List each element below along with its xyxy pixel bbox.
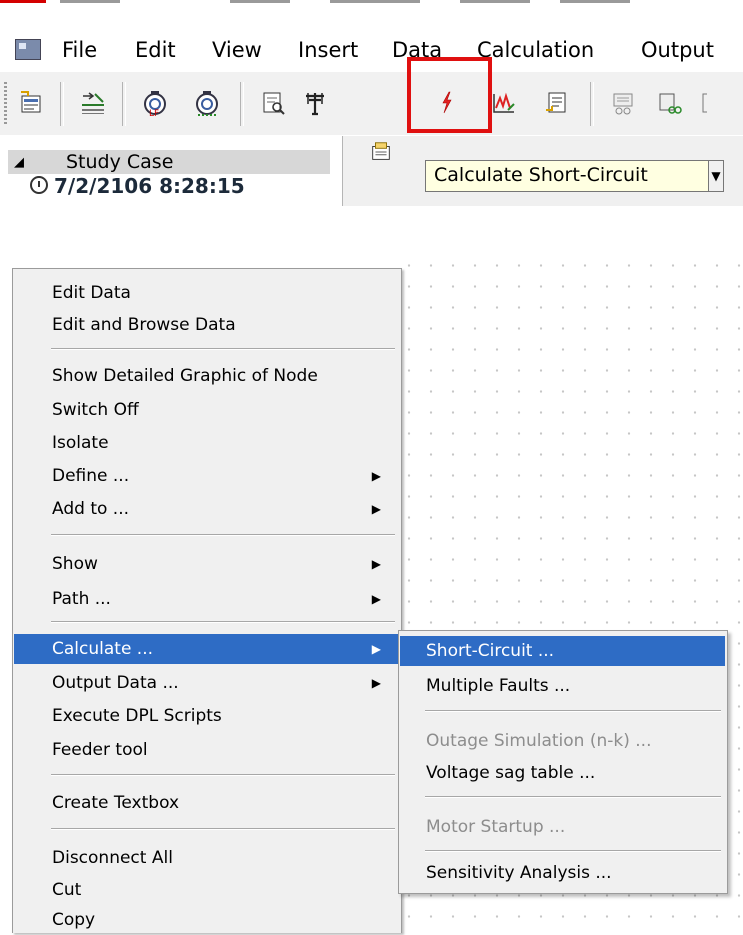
menu-item-create-textbox[interactable]: Create Textbox [14, 788, 399, 818]
submenu-item-outage-simulation: Outage Simulation (n-k) ... [426, 731, 652, 751]
submenu-item-sensitivity-analysis[interactable]: Sensitivity Analysis ... [400, 858, 725, 888]
title-fragment [460, 0, 530, 3]
menu-item-edit-browse-data[interactable]: Edit and Browse Data [14, 310, 399, 340]
short-circuit-highlight [407, 57, 492, 133]
menu-separator [51, 828, 395, 830]
menu-bar: File Edit View Insert Data Calculation O… [0, 30, 743, 70]
submenu-item-short-circuit[interactable]: Short-Circuit ... [400, 636, 725, 666]
toolbar-separator [60, 82, 64, 126]
title-fragment [60, 0, 120, 3]
menu-item-copy[interactable]: Copy [14, 905, 399, 935]
menu-item-show-detailed-graphic[interactable]: Show Detailed Graphic of Node [14, 361, 399, 391]
app-icon[interactable] [15, 39, 41, 60]
title-fragment [560, 0, 630, 3]
menu-edit[interactable]: Edit [135, 38, 176, 62]
title-fragment [330, 0, 420, 3]
menu-item-isolate[interactable]: Isolate [14, 428, 399, 458]
menu-item-path[interactable]: Path ... ▶ [14, 584, 399, 614]
menu-item-feeder-tool[interactable]: Feeder tool [14, 735, 399, 765]
menu-output[interactable]: Output [641, 38, 714, 62]
menu-separator [51, 774, 395, 776]
submenu-arrow-icon: ▶ [371, 676, 381, 690]
menu-item-define[interactable]: Define ... ▶ [14, 461, 399, 491]
study-case-label: Study Case [66, 151, 174, 173]
menu-item-label: Define ... [52, 466, 130, 486]
submenu-arrow-icon: ▶ [371, 469, 381, 483]
calculate-submenu: Short-Circuit ... Multiple Faults ... Ou… [398, 630, 728, 894]
study-case-timestamp[interactable]: 7/2/2106 8:28:15 [54, 174, 245, 198]
load-flow-icon[interactable]: LF [138, 84, 172, 122]
context-menu: Edit Data Edit and Browse Data Show Deta… [12, 268, 402, 933]
data-manager-icon[interactable] [14, 84, 48, 122]
menu-separator [51, 534, 395, 536]
report-icon[interactable] [256, 84, 290, 122]
toolbar-separator [590, 82, 594, 126]
menu-separator [51, 348, 395, 350]
tooltip: Calculate Short-Circuit [425, 160, 721, 192]
title-fragment [230, 0, 290, 3]
network-model-icon[interactable] [76, 84, 110, 122]
more-tools-icon[interactable] [700, 84, 720, 122]
menu-insert[interactable]: Insert [298, 38, 358, 62]
collapse-triangle-icon[interactable]: ◢ [14, 155, 24, 170]
menu-item-switch-off[interactable]: Switch Off [14, 395, 399, 425]
submenu-item-multiple-faults[interactable]: Multiple Faults ... [400, 671, 725, 701]
menu-separator [425, 850, 721, 852]
study-case-node[interactable]: ◢ Study Case [8, 150, 330, 174]
menu-item-execute-dpl-scripts[interactable]: Execute DPL Scripts [14, 701, 399, 731]
toolbar-grip[interactable] [4, 82, 7, 126]
tower-tool-icon[interactable] [298, 84, 332, 122]
menu-item-label: Show [52, 554, 98, 574]
menu-calculation[interactable]: Calculation [477, 38, 594, 62]
submenu-arrow-icon: ▶ [371, 642, 381, 656]
menu-item-calculate[interactable]: Calculate ... ▶ [14, 634, 399, 664]
menu-item-add-to[interactable]: Add to ... ▶ [14, 494, 399, 524]
menu-item-edit-data[interactable]: Edit Data [14, 278, 399, 308]
svg-text:LF: LF [149, 109, 159, 117]
submenu-arrow-icon: ▶ [371, 592, 381, 606]
clock-icon [30, 176, 48, 194]
toolbar-separator [240, 82, 244, 126]
menu-separator [425, 710, 721, 712]
dropdown-arrow-icon[interactable]: ▼ [708, 160, 724, 192]
menu-file[interactable]: File [62, 38, 97, 62]
menu-item-show[interactable]: Show ▶ [14, 549, 399, 579]
harmonics-icon[interactable] [606, 84, 640, 122]
submenu-arrow-icon: ▶ [371, 557, 381, 571]
study-case-panel: ◢ Study Case 7/2/2106 8:28:15 Calculate … [0, 136, 743, 206]
menu-item-output-data[interactable]: Output Data ... ▶ [14, 668, 399, 698]
study-case-tree: ◢ Study Case 7/2/2106 8:28:15 [0, 142, 332, 206]
submenu-arrow-icon: ▶ [371, 502, 381, 516]
menu-item-cut[interactable]: Cut [14, 875, 399, 905]
reliability-icon[interactable] [652, 84, 686, 122]
page-icon[interactable] [369, 140, 393, 164]
submenu-item-motor-startup: Motor Startup ... [426, 817, 566, 837]
script-icon[interactable] [540, 84, 574, 122]
menu-item-label: Calculate ... [52, 639, 154, 659]
menu-separator [425, 796, 721, 798]
menu-item-label: Path ... [52, 589, 111, 609]
menu-item-label: Output Data ... [52, 673, 179, 693]
optimal-power-flow-icon[interactable] [190, 84, 224, 122]
toolbar-separator [122, 82, 126, 126]
title-red-mark [0, 0, 46, 3]
rms-simulation-icon[interactable] [488, 84, 522, 122]
menu-item-disconnect-all[interactable]: Disconnect All [14, 843, 399, 873]
toolbar: LF [0, 72, 743, 135]
menu-item-label: Add to ... [52, 499, 129, 519]
submenu-item-voltage-sag-table[interactable]: Voltage sag table ... [400, 758, 725, 788]
menu-view[interactable]: View [212, 38, 262, 62]
menu-separator [51, 621, 395, 623]
title-bar-fragment [0, 0, 743, 24]
